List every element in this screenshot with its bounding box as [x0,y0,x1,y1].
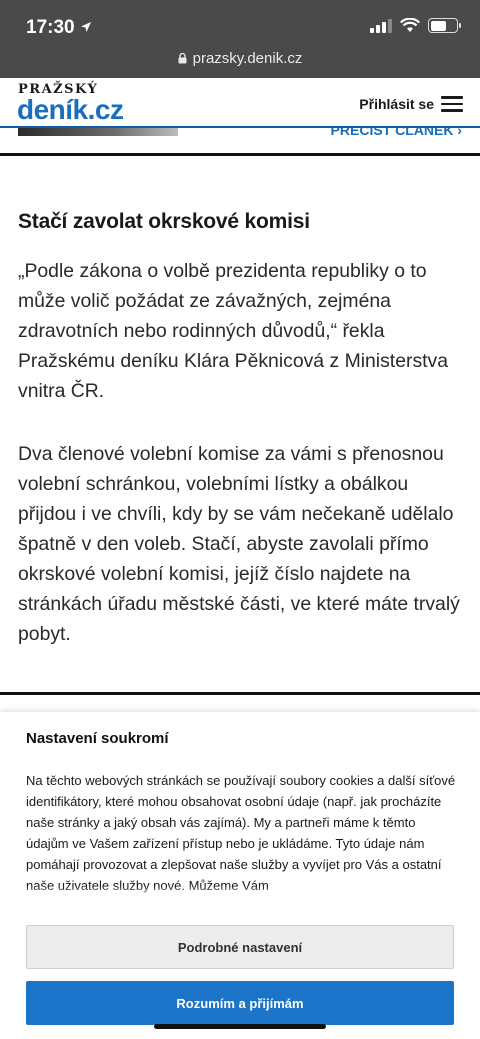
location-arrow-icon [81,22,91,32]
wifi-icon [400,18,420,32]
site-header: PRAŽSKÝ deník.cz Přihlásit se [0,78,480,128]
battery-icon [428,18,461,33]
article-paragraph: „Podle zákona o volbě prezidenta republi… [18,260,449,402]
section-divider [0,692,480,695]
status-time: 17:30 [26,17,75,38]
home-indicator[interactable] [154,1024,326,1029]
logo[interactable]: deník.cz [17,94,124,126]
teaser-image[interactable] [18,128,178,136]
url-text: prazsky.denik.cz [192,50,303,67]
browser-chrome: 17:30 prazsky.denik.cz [0,0,480,78]
cookie-text-scroll[interactable]: Na těchto webových stránkách se používaj… [26,770,456,900]
previous-article-teaser: PŘEČÍST ČLÁNEK › [0,128,480,156]
signal-icon [370,18,392,33]
login-link[interactable]: Přihlásit se [359,96,434,112]
status-icons [370,18,461,33]
lock-icon [178,53,187,64]
menu-icon[interactable] [441,96,463,112]
url-bar[interactable]: prazsky.denik.cz [0,50,480,67]
detailed-settings-button[interactable]: Podrobné nastavení [26,925,454,969]
accept-button[interactable]: Rozumím a přijímám [26,981,454,1025]
read-article-link[interactable]: PŘEČÍST ČLÁNEK › [331,128,462,138]
cookie-title: Nastavení soukromí [26,730,169,747]
cookie-text: Na těchto webových stránkách se používaj… [26,773,456,893]
cookie-text-fade [26,886,456,900]
cookie-consent-panel: Nastavení soukromí Na těchto webových st… [0,712,480,1039]
section-heading: Stačí zavolat okrskové komisi [18,210,310,233]
article-paragraph: Dva členové volební komise za vámi s pře… [18,443,460,645]
article-body: Stačí zavolat okrskové komisi „Podle zák… [18,210,462,682]
